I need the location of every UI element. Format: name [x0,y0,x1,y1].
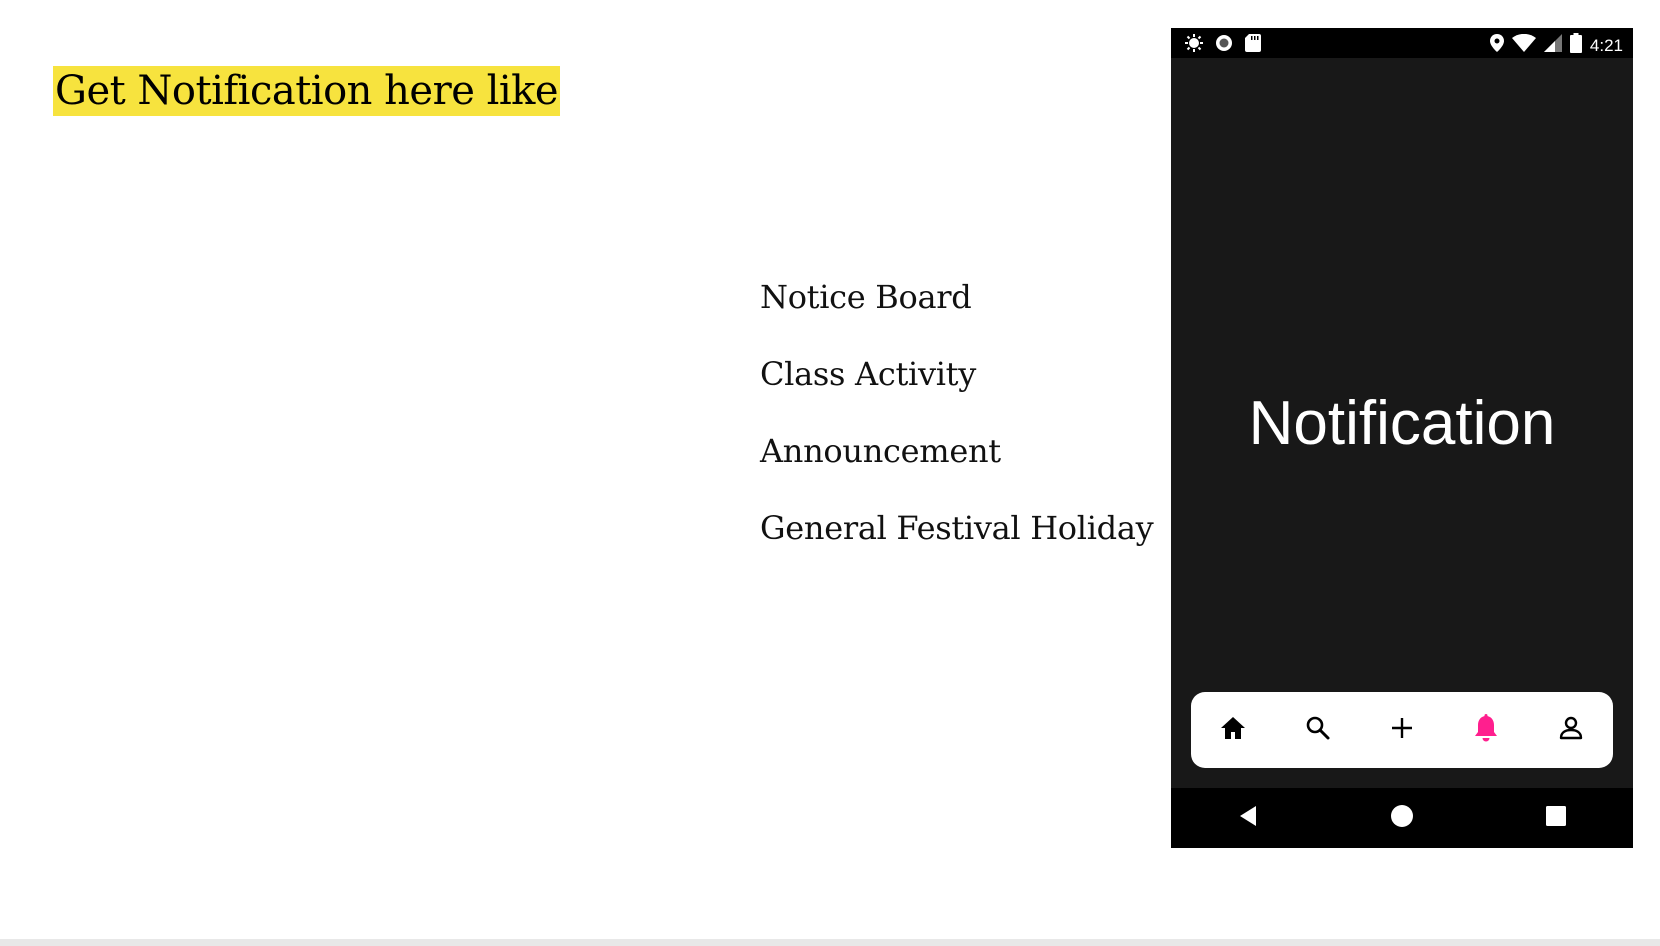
category-item-announcement: Announcement [760,432,1001,470]
back-icon [1238,805,1258,832]
category-list: Notice Board Class Activity Announcement… [760,276,1154,584]
nav-home-button[interactable] [1203,700,1263,760]
system-recents-button[interactable] [1526,788,1586,848]
nav-search-button[interactable] [1288,700,1348,760]
nav-add-button[interactable] [1372,700,1432,760]
search-icon [1305,715,1331,746]
category-item-notice-board: Notice Board [760,278,972,316]
nav-profile-button[interactable] [1541,700,1601,760]
status-time: 4:21 [1589,35,1623,55]
bell-icon [1473,713,1499,747]
system-navigation-bar [1171,788,1633,848]
location-pin-icon [1489,34,1504,57]
system-back-button[interactable] [1218,788,1278,848]
bottom-navigation [1191,692,1613,768]
recents-square-icon [1546,805,1566,831]
status-right-icons: 4:21 [1489,33,1623,58]
home-icon [1220,716,1246,745]
category-item-class-activity: Class Activity [760,355,976,393]
wifi-icon [1511,33,1536,57]
status-bar: 4:21 [1171,28,1633,58]
settings-gear-icon [1185,34,1203,57]
battery-icon [1569,33,1582,58]
sd-card-icon [1245,34,1261,57]
cell-signal-icon [1543,34,1562,57]
slide-heading: Get Notification here like [53,66,561,116]
status-left-icons [1185,34,1261,57]
screen-title: Notification [1248,389,1556,458]
home-circle-icon [1390,804,1414,833]
system-home-button[interactable] [1372,788,1432,848]
bottom-divider [0,939,1660,946]
record-circle-icon [1215,34,1233,57]
slide: Get Notification here like Notice Board … [0,0,1660,940]
profile-icon [1558,715,1584,746]
nav-notification-button[interactable] [1456,700,1516,760]
category-item-general-festival-holiday: General Festival Holiday [760,509,1154,547]
add-icon [1390,716,1414,745]
phone-mockup: 4:21 Notification [1171,28,1633,848]
